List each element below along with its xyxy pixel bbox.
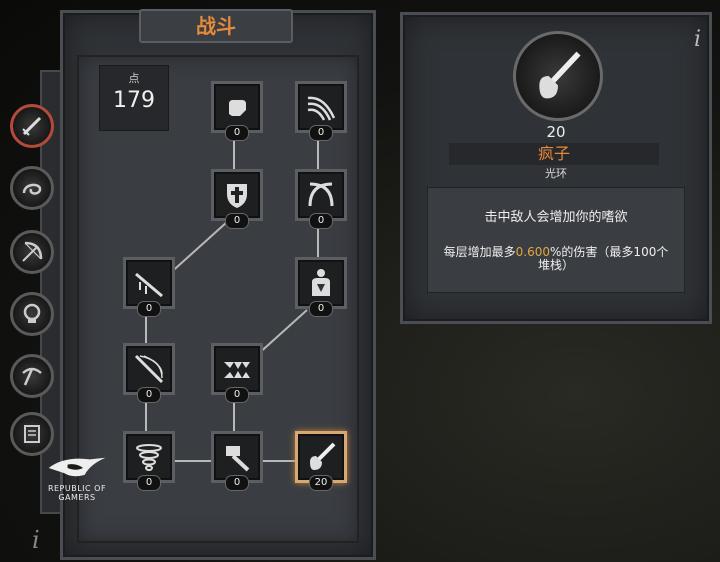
skill-medallion [513,31,603,121]
desc-prefix: 每层增加最多 [443,245,516,259]
skill-level-badge: 0 [137,301,161,317]
claw-icon [307,96,336,121]
skill-level-badge: 0 [225,387,249,403]
rog-eye-icon [48,457,106,477]
skill-node-frenzy[interactable]: 20 [295,431,347,491]
rog-logo: REPUBLIC OF GAMERS [42,456,112,502]
connector [171,460,215,462]
tab-serpent[interactable] [10,166,54,210]
skill-type: 光环 [545,167,567,180]
shield-cross-icon [227,184,247,208]
skill-tree-area: 点 179 0 0 0 0 0 0 0 0 0 0 20 [77,55,359,543]
scroll-icon [24,425,40,443]
crossed-blades-icon [308,182,334,207]
tab-scroll[interactable] [10,412,54,456]
tab-skull[interactable] [10,292,54,336]
skill-level-badge: 20 [309,475,333,491]
skill-level-badge: 0 [225,213,249,229]
points-label: 点 [128,72,140,85]
skill-level-badge: 0 [309,125,333,141]
skill-points-box: 点 179 [99,65,169,131]
bow-icon [22,241,43,262]
skill-description-box: 击中敌人会增加你的嗜欲 每层增加最多0.600%的伤害（最多100个堆栈） [427,187,685,293]
skill-level-badge: 0 [309,301,333,317]
fangs-icon [224,362,250,378]
serpent-icon [22,183,42,195]
skill-node-crossed-blades[interactable]: 0 [295,169,347,229]
desc-suffix: %的伤害（最多100个堆栈） [537,245,669,272]
points-value: 179 [113,88,155,113]
body-icon [312,269,330,296]
desc-value: 0.600 [515,245,551,259]
skill-node-whirlwind[interactable]: 0 [123,431,175,491]
connector [259,460,297,462]
bleeding-sword-icon [135,272,163,298]
skill-level: 20 [546,123,566,141]
tab-pickaxe[interactable] [10,354,54,398]
skill-detail-panel: i 20 疯子 光环 击中敌人会增加你的嗜欲 每层增加最多0.600%的伤害（最… [400,12,712,324]
hammer-icon [226,446,250,472]
tab-combat[interactable] [10,104,54,148]
skill-node-claw[interactable]: 0 [295,81,347,141]
panel-title: 战斗 [139,9,293,43]
fist-icon [229,100,246,116]
tab-bow[interactable] [10,230,54,274]
skill-node-shield[interactable]: 0 [211,169,263,229]
skull-icon [23,303,41,323]
skill-node-body[interactable]: 0 [295,257,347,317]
skill-node-fangs[interactable]: 0 [211,343,263,403]
sword-slash-icon [134,354,164,384]
skill-node-fist[interactable]: 0 [211,81,263,141]
rog-text: REPUBLIC OF GAMERS [42,484,112,502]
whirlwind-icon [136,444,162,471]
info-icon[interactable]: i [694,27,701,52]
frenzy-icon [539,51,581,99]
skill-level-badge: 0 [309,213,333,229]
pickaxe-icon [22,367,42,386]
skill-level-badge: 0 [225,475,249,491]
skill-description-line-1: 击中敌人会增加你的嗜欲 [484,210,628,225]
info-icon-bottom[interactable]: i [32,526,40,554]
skill-node-bleeding-sword[interactable]: 0 [123,257,175,317]
skill-level-badge: 0 [225,125,249,141]
skill-description-line-2: 每层增加最多0.600%的伤害（最多100个堆栈） [442,246,670,272]
frenzy-icon [310,442,336,470]
sword-icon [22,116,42,136]
rog-text-line-2: GAMERS [58,493,96,502]
skill-node-hammer[interactable]: 0 [211,431,263,491]
rog-text-line-1: REPUBLIC OF [47,484,107,493]
skill-name: 疯子 [449,143,659,165]
skill-level-badge: 0 [137,387,161,403]
skill-node-sword-slash[interactable]: 0 [123,343,175,403]
skill-level-badge: 0 [137,475,161,491]
